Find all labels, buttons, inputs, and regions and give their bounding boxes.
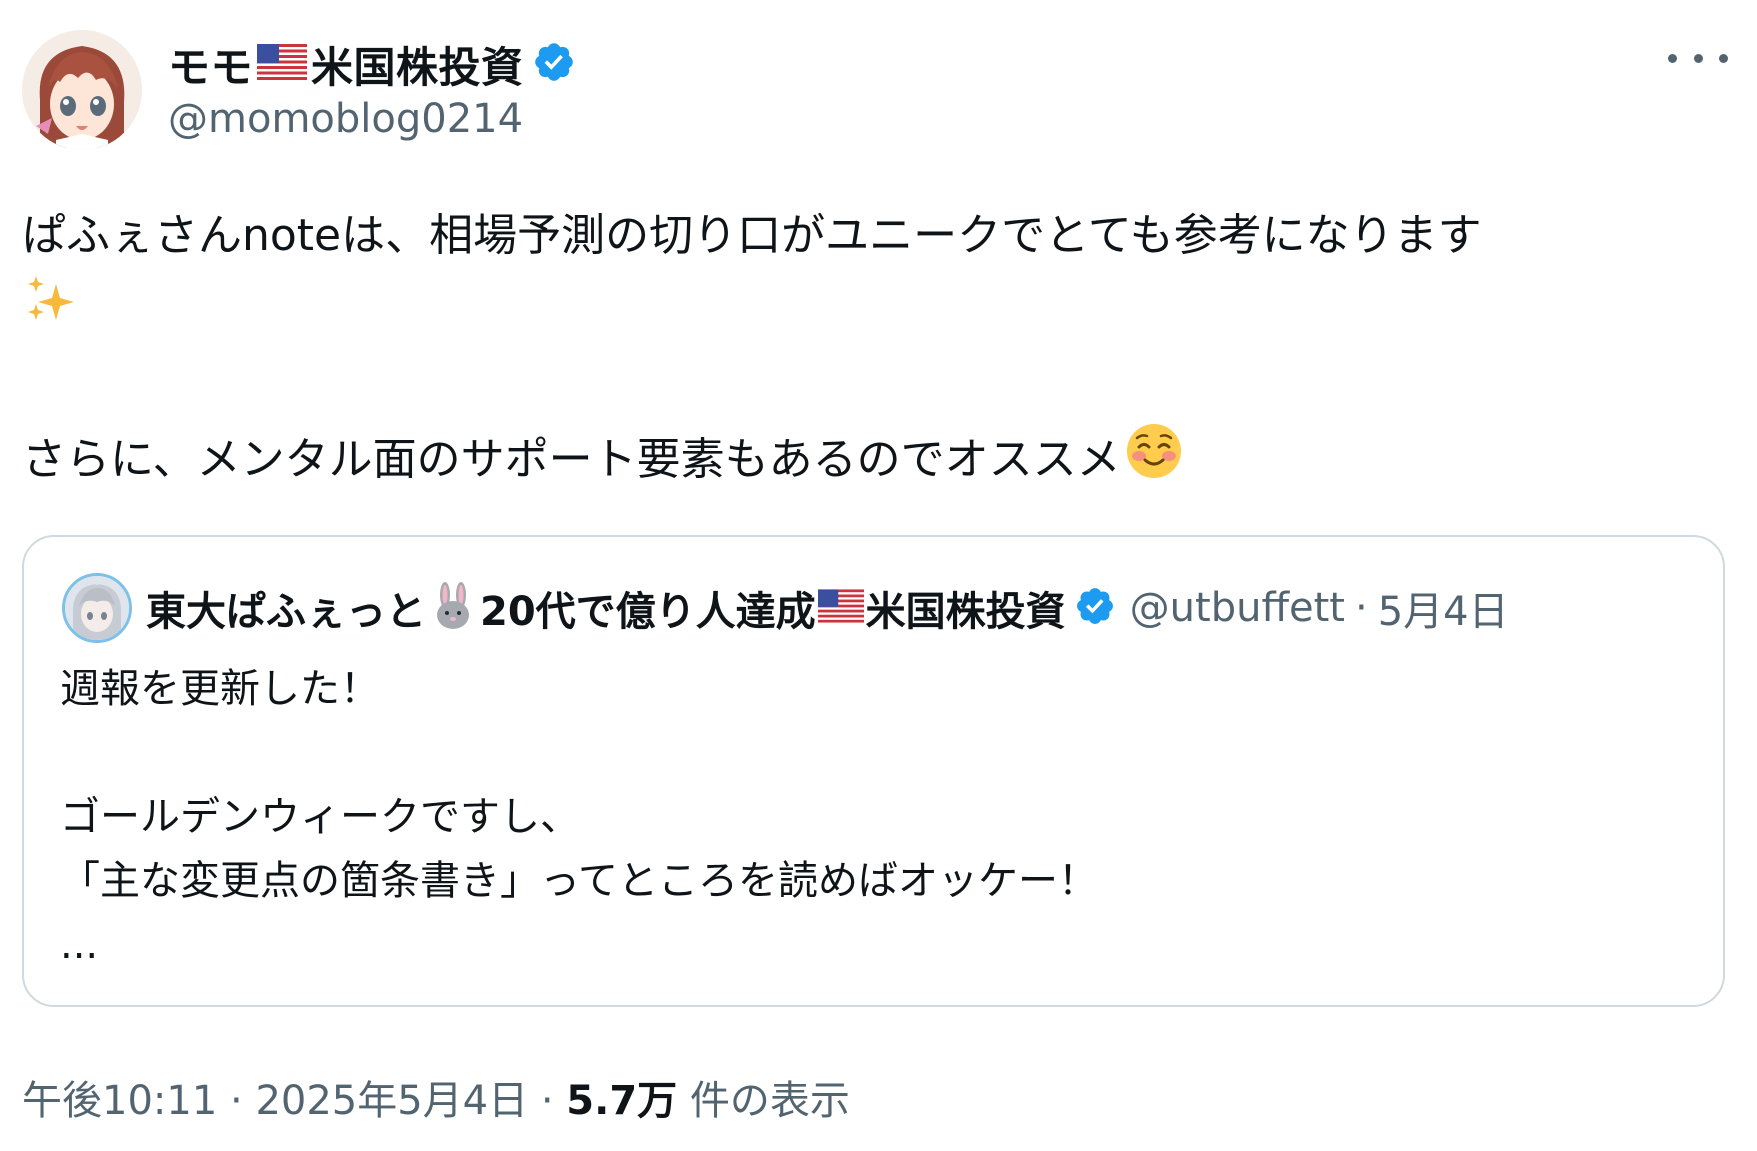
rabbit-icon [428, 581, 478, 635]
author-name-part2: 米国株投資 [311, 42, 524, 92]
quoted-tweet-card[interactable]: 東大ぱふぇっと 20代で億り人達成 米国株投資 @utbuffett · 5月4… [22, 535, 1725, 1007]
quoted-text-line-3: 「主な変更点の箇条書き」ってところを読めばオッケー！ [60, 858, 1098, 904]
author-name-part1: モモ [168, 42, 254, 92]
author-avatar[interactable] [22, 30, 142, 150]
quoted-author-name-part2: 20代で億り人達成 [480, 589, 816, 635]
quoted-author-name-part3: 米国株投資 [865, 589, 1066, 635]
quoted-text-ellipsis: ... [60, 922, 99, 968]
footer-separator: · [230, 1078, 243, 1124]
tweet-text-line-2-text: さらに、メンタル面のサポート要素もあるのでオススメ [22, 434, 1121, 485]
dot-icon [1719, 53, 1728, 63]
quoted-author-handle: @utbuffett [1129, 585, 1345, 631]
tweet-detail: モモ 米国株投資 @momoblog0214 ぱふぇさんnoteは、相場予測の切… [0, 0, 1757, 1151]
sparkles-line [22, 272, 1722, 350]
smiling-face-icon [1125, 422, 1183, 502]
views-label[interactable]: 件の表示 [690, 1078, 850, 1124]
us-flag-icon [817, 589, 864, 627]
dot-icon [1668, 53, 1677, 63]
views-count[interactable]: 5.7万 [566, 1078, 677, 1124]
sparkles-icon [22, 272, 78, 350]
author-handle[interactable]: @momoblog0214 [168, 96, 523, 142]
quoted-separator: · [1354, 585, 1368, 631]
quoted-date: 5月4日 [1377, 589, 1509, 635]
tweet-text-line-2: さらに、メンタル面のサポート要素もあるのでオススメ [22, 422, 1722, 502]
tweet-text: ぱふぇさんnoteは、相場予測の切り口がユニークでとても参考になります さらに、… [22, 200, 1722, 502]
quoted-author-avatar[interactable] [62, 573, 132, 643]
tweet-time[interactable]: 午後10:11 [22, 1078, 217, 1124]
tweet-footer: 午後10:11 · 2025年5月4日 · 5.7万 件の表示 [22, 1068, 850, 1126]
author-name-row[interactable]: モモ 米国株投資 [168, 34, 576, 94]
us-flag-icon [257, 44, 308, 84]
quoted-text-line-1: 週報を更新した！ [60, 666, 380, 712]
quoted-author-name-part1: 東大ぱふぇっと [146, 589, 426, 635]
more-options-button[interactable] [1668, 38, 1728, 78]
footer-separator: · [540, 1078, 554, 1124]
quoted-tweet-header: 東大ぱふぇっと 20代で億り人達成 米国株投資 @utbuffett · 5月4… [146, 575, 1509, 641]
tweet-date[interactable]: 2025年5月4日 [255, 1078, 528, 1124]
verified-badge-icon [1074, 585, 1116, 631]
verified-badge-icon[interactable] [532, 40, 576, 88]
quoted-text-line-2: ゴールデンウィークですし、 [60, 794, 580, 840]
tweet-text-line-1: ぱふぇさんnoteは、相場予測の切り口がユニークでとても参考になります [22, 210, 1482, 261]
quoted-tweet-text: 週報を更新した！ ゴールデンウィークですし、 「主な変更点の箇条書き」ってところ… [60, 657, 1098, 977]
dot-icon [1693, 53, 1703, 63]
